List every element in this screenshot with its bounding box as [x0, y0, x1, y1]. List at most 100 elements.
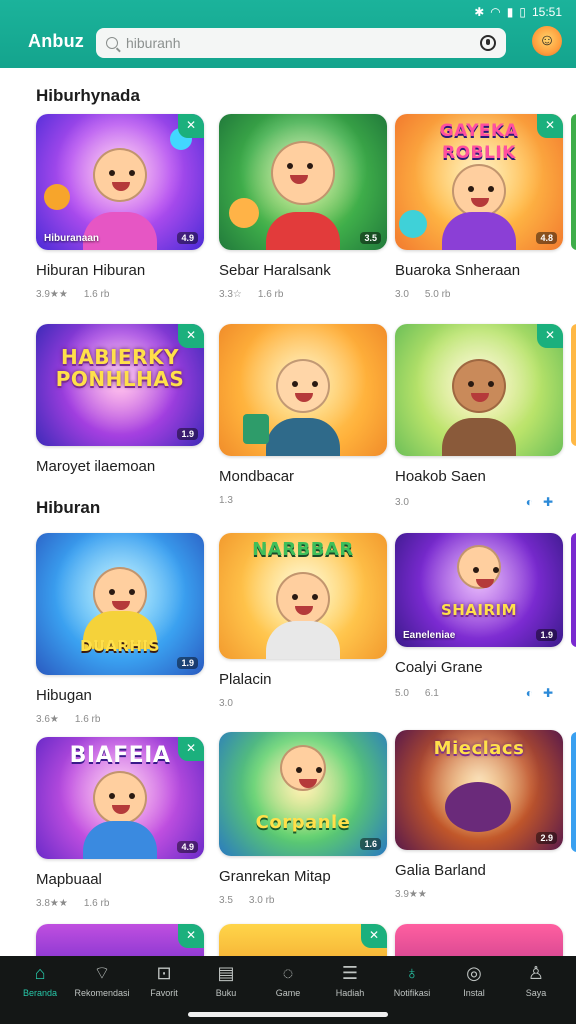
- card-thumbnail[interactable]: 3.5: [219, 114, 387, 250]
- card-meta: 3.0 ◐ ✚: [395, 495, 563, 509]
- bookmark-icon[interactable]: ✕: [537, 324, 563, 348]
- card-meta: 3.6★ 1.6 rb: [36, 714, 204, 725]
- tag-icon: ⌔: [93, 963, 111, 983]
- card-banner: Corpanle: [255, 812, 351, 833]
- card-thumbnail[interactable]: [219, 324, 387, 456]
- bookmark-icon[interactable]: ✕: [178, 114, 204, 138]
- card-meta: 3.0 5.0 rb: [395, 289, 563, 300]
- app-card[interactable]: NARBBAR Plalacin 3.0: [219, 533, 387, 709]
- card-thumbnail[interactable]: GAYEKA ROBLIK 4.8 ✕: [395, 114, 563, 250]
- card-thumbnail[interactable]: Mieclacs 2.9: [395, 730, 563, 850]
- card-title: Granrekan Mitap: [219, 868, 331, 885]
- card-banner: BIAFEIA: [69, 743, 171, 768]
- gift-icon: ⊡: [156, 963, 172, 983]
- nav-item-notifications[interactable]: ♁ Notifikasi: [381, 962, 443, 998]
- card-rating: 3.5: [219, 895, 233, 906]
- card-actions: ◐ ✚: [526, 495, 553, 509]
- card-downloads: 6.1: [424, 687, 439, 699]
- home-indicator[interactable]: [188, 1012, 388, 1017]
- card-rating: 3.3☆: [219, 289, 242, 300]
- card-title: Sebar Haralsank: [219, 262, 331, 279]
- card-downloads: 1.6 rb: [83, 898, 110, 909]
- person-icon: ♙: [527, 963, 545, 983]
- nav-item-install[interactable]: ◎ Instal: [443, 962, 505, 998]
- app-card[interactable]: Mieclacs 2.9 Galia Barland 3.9★★: [395, 730, 563, 900]
- section-title-featured: Hiburhynada: [36, 86, 140, 105]
- share-icon[interactable]: ✚: [543, 495, 553, 509]
- card-actions: ◐ ✚: [526, 686, 553, 700]
- card-thumbnail[interactable]: NARBBAR: [219, 533, 387, 659]
- bookmark-icon[interactable]: ✕: [361, 924, 387, 948]
- card-thumbnail[interactable]: Corpanle 1.6: [219, 732, 387, 856]
- card-downloads: 3.0 rb: [248, 895, 275, 906]
- card-thumbnail[interactable]: Hiburanaan 4.9 ✕: [36, 114, 204, 250]
- card-meta: 1.3: [219, 495, 387, 506]
- app-card[interactable]: Corpanle 1.6 Granrekan Mitap 3.5 3.0 rb: [219, 732, 387, 906]
- share-icon[interactable]: ✚: [543, 686, 553, 700]
- app-card[interactable]: Hiburanaan 4.9 ✕ Hiburan Hiburan 3.9★★ 1…: [36, 114, 204, 300]
- app-card[interactable]: 3.5 Sebar Haralsank 3.3☆ 1.6 rb: [219, 114, 387, 300]
- card-banner: NARBBAR: [252, 539, 354, 560]
- nav-item-recommendation[interactable]: ⌔ Rekomendasi: [71, 962, 133, 998]
- status-time: 15:51: [531, 5, 562, 19]
- avatar[interactable]: ☺: [532, 26, 562, 56]
- nav-item-home[interactable]: ⌂ Beranda: [9, 962, 71, 998]
- app-card[interactable]: Mondbacar 1.3: [219, 324, 387, 506]
- list-icon: ☰: [341, 963, 359, 983]
- card-title: Hiburan Hiburan: [36, 262, 146, 279]
- mascot-icon: ☺: [538, 32, 556, 49]
- nav-item-games[interactable]: ◌ Game: [257, 962, 319, 998]
- card-meta: 3.9★★ 1.6 rb: [36, 289, 204, 300]
- card-rating: 3.9★★: [36, 289, 68, 300]
- card-meta: 3.3☆ 1.6 rb: [219, 289, 387, 300]
- search-bar[interactable]: [96, 28, 506, 58]
- card-rating: 3.6★: [36, 714, 59, 725]
- app-card[interactable]: ✕ Hoakob Saen 3.0 ◐ ✚: [395, 324, 563, 509]
- bookmark-icon[interactable]: ✕: [178, 324, 204, 348]
- bookmark-icon[interactable]: ✕: [178, 924, 204, 948]
- card-thumbnail[interactable]: HABIERKY PONHLHAS 1.9 ✕: [36, 324, 204, 446]
- bookmark-icon[interactable]: ✕: [537, 114, 563, 138]
- app-card[interactable]: SHAIRIM Eaneleniae 1.9 Coalyi Grane 5.0 …: [395, 533, 563, 700]
- card-rating: 3.0: [395, 496, 409, 508]
- app-bar: ✱ ◠ ▮ ▯ 15:51 Anbuz ☺: [0, 0, 576, 68]
- card-title: Mapbuaal: [36, 871, 102, 888]
- card-rating: 1.3: [219, 495, 233, 506]
- nav-item-favorite[interactable]: ⊡ Favorit: [133, 962, 195, 998]
- refresh-icon[interactable]: ◐: [526, 495, 533, 509]
- app-card[interactable]: GAYEKA ROBLIK 4.8 ✕ Buaroka Snheraan 3.0…: [395, 114, 563, 300]
- mic-icon[interactable]: [480, 35, 496, 51]
- card-title: Coalyi Grane: [395, 659, 483, 676]
- app-card[interactable]: BIAFEIA 4.9 ✕ Mapbuaal 3.8★★ 1.6 rb: [36, 737, 204, 909]
- bluetooth-icon: ✱: [474, 5, 485, 19]
- card-downloads: 1.6 rb: [83, 289, 110, 300]
- card-caption: Eaneleniae: [403, 630, 456, 641]
- app-card[interactable]: DUARHIS 1.9 Hibugan 3.6★ 1.6 rb: [36, 533, 204, 725]
- bookmark-icon[interactable]: ✕: [178, 737, 204, 761]
- card-tag: 1.6: [360, 838, 381, 850]
- signal-icon: ▮: [506, 5, 514, 19]
- card-tag: 1.9: [536, 629, 557, 641]
- card-title: Hibugan: [36, 687, 92, 704]
- card-tag: 4.9: [177, 232, 198, 244]
- next-card-peek: [571, 533, 576, 647]
- app-card[interactable]: HABIERKY PONHLHAS 1.9 ✕ Maroyet ilaemoan: [36, 324, 204, 475]
- card-thumbnail[interactable]: DUARHIS 1.9: [36, 533, 204, 675]
- next-card-peek: [571, 732, 576, 852]
- card-downloads: 1.6 rb: [74, 714, 101, 725]
- nav-item-profile[interactable]: ♙ Saya: [505, 962, 567, 998]
- card-thumbnail[interactable]: SHAIRIM Eaneleniae 1.9: [395, 533, 563, 647]
- nav-item-books[interactable]: ▤ Buku: [195, 962, 257, 998]
- card-thumbnail[interactable]: BIAFEIA 4.9 ✕: [36, 737, 204, 859]
- nav-item-rewards[interactable]: ☰ Hadiah: [319, 962, 381, 998]
- search-input[interactable]: [126, 35, 480, 51]
- status-bar: ✱ ◠ ▮ ▯ 15:51: [474, 3, 562, 21]
- card-meta: 3.5 3.0 rb: [219, 895, 387, 906]
- card-thumbnail[interactable]: ✕: [395, 324, 563, 456]
- camera-icon: ◎: [466, 963, 482, 983]
- card-title: Galia Barland: [395, 862, 486, 879]
- refresh-icon[interactable]: ◐: [526, 686, 533, 700]
- card-caption: Hiburanaan: [44, 233, 100, 244]
- card-tag: 1.9: [177, 657, 198, 669]
- card-banner: DUARHIS: [80, 637, 160, 655]
